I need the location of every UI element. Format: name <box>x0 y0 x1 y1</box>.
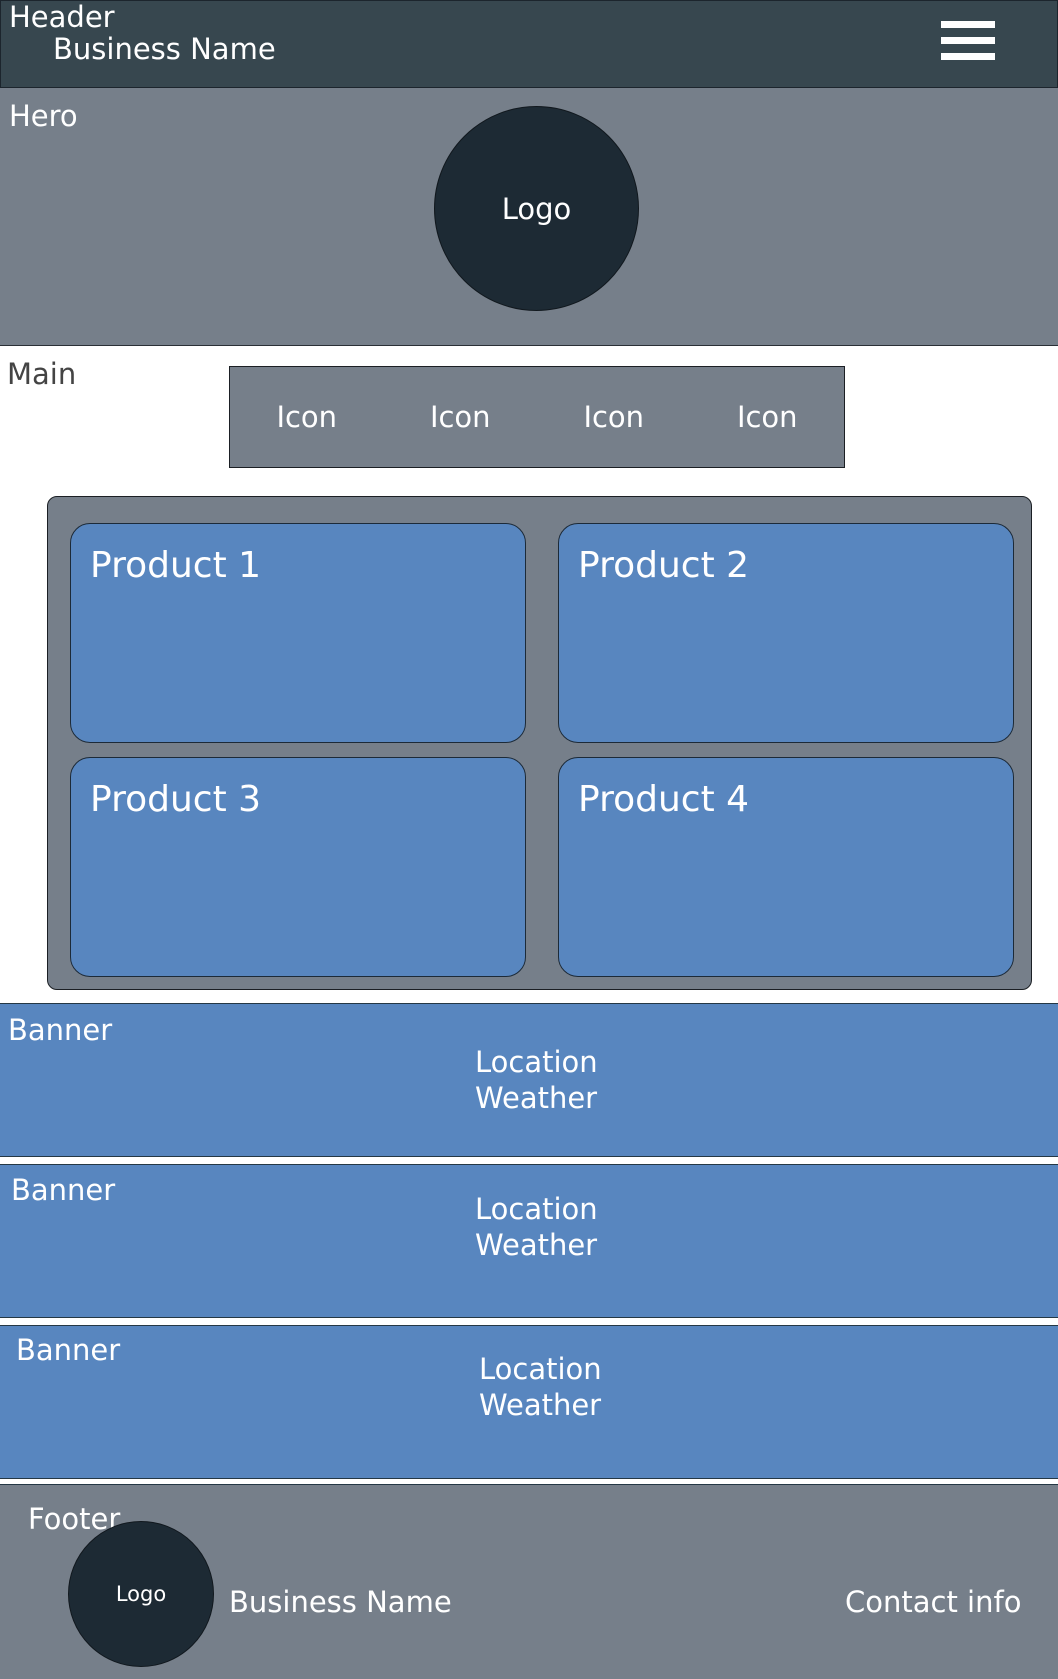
banner-info: Location Weather <box>479 1351 602 1423</box>
banner-weather: Weather <box>479 1388 602 1422</box>
banner-label: Banner <box>16 1333 121 1367</box>
hero-logo[interactable]: Logo <box>434 106 639 311</box>
main-label: Main <box>7 357 77 391</box>
banner-weather: Weather <box>475 1228 598 1262</box>
product-title: Product 1 <box>90 545 262 586</box>
banner-info: Location Weather <box>475 1044 598 1116</box>
footer-logo[interactable]: Logo <box>68 1521 214 1667</box>
footer-logo-label: Logo <box>115 1582 167 1606</box>
hero-logo-label: Logo <box>501 191 572 226</box>
menu-bar <box>941 37 995 44</box>
product-grid: Product 1 Product 2 Product 3 Product 4 <box>47 496 1032 990</box>
product-card-3[interactable]: Product 3 <box>70 757 526 977</box>
hero-section: Hero Logo <box>0 88 1058 346</box>
banner-label: Banner <box>11 1173 116 1207</box>
banner-location: Location <box>479 1352 602 1386</box>
product-card-2[interactable]: Product 2 <box>558 523 1014 743</box>
hero-label: Hero <box>9 99 78 133</box>
main-section: Main Icon Icon Icon Icon Product 1 Produ… <box>0 346 1058 1001</box>
product-title: Product 2 <box>578 545 750 586</box>
icon-item[interactable]: Icon <box>425 402 495 432</box>
icon-item[interactable]: Icon <box>579 402 649 432</box>
icon-row: Icon Icon Icon Icon <box>229 366 845 468</box>
footer-contact-info[interactable]: Contact info <box>845 1588 1021 1617</box>
footer-business-name: Business Name <box>229 1585 452 1619</box>
icon-item[interactable]: Icon <box>272 402 342 432</box>
banner-info: Location Weather <box>475 1191 598 1263</box>
header-section: Header Business Name <box>0 0 1058 88</box>
header-label: Header <box>9 0 115 34</box>
product-card-1[interactable]: Product 1 <box>70 523 526 743</box>
menu-bar <box>941 21 995 28</box>
hamburger-menu-icon[interactable] <box>941 21 995 60</box>
website-wireframe: Header Business Name Hero Logo Main Icon… <box>0 0 1058 1679</box>
header-business-name: Business Name <box>53 32 276 66</box>
icon-item[interactable]: Icon <box>732 402 802 432</box>
product-title: Product 4 <box>578 779 750 820</box>
banner-section-1: Banner Location Weather <box>0 1003 1058 1157</box>
product-title: Product 3 <box>90 779 262 820</box>
banner-label: Banner <box>8 1013 113 1047</box>
banner-location: Location <box>475 1192 598 1226</box>
banner-section-2: Banner Location Weather <box>0 1164 1058 1318</box>
product-card-4[interactable]: Product 4 <box>558 757 1014 977</box>
banner-section-3: Banner Location Weather <box>0 1325 1058 1479</box>
menu-bar <box>941 53 995 60</box>
banner-weather: Weather <box>475 1081 598 1115</box>
footer-section: Footer Logo Business Name Contact info <box>0 1484 1058 1679</box>
banner-location: Location <box>475 1045 598 1079</box>
